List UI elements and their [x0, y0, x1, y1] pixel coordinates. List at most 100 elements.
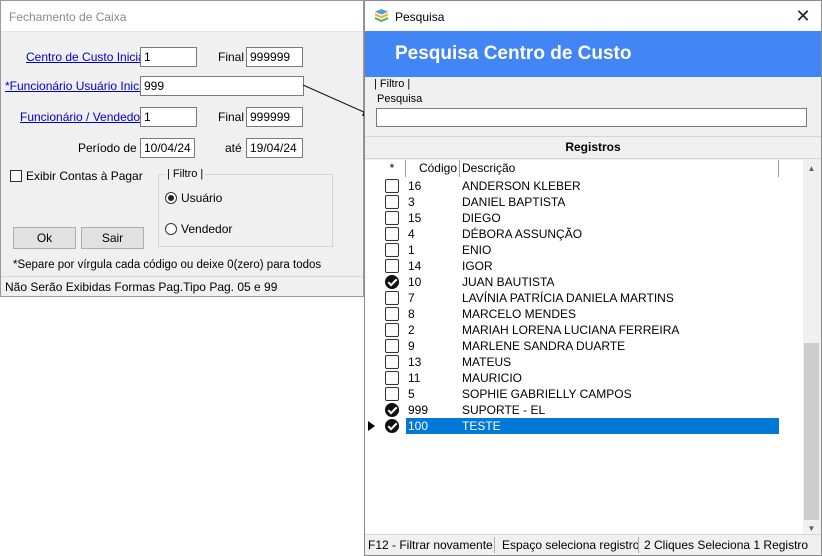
periodo-de-input[interactable] — [140, 138, 195, 158]
radio-usuario[interactable] — [165, 192, 177, 204]
exibir-contas-checkbox[interactable] — [10, 170, 22, 182]
table-row[interactable]: 100 TESTE — [365, 418, 779, 434]
exibir-contas-label: Exibir Contas à Pagar — [26, 169, 143, 183]
row-checkbox-checked[interactable] — [385, 419, 399, 433]
row-descricao: MARIAH LORENA LUCIANA FERREIRA — [462, 323, 680, 337]
row-descricao: ANDERSON KLEBER — [462, 179, 581, 193]
left-window-title: Fechamento de Caixa — [9, 10, 127, 24]
left-title-bar: Fechamento de Caixa — [1, 1, 363, 32]
column-descricao-header[interactable]: Descrição — [460, 160, 779, 177]
row-checkbox[interactable] — [385, 323, 399, 337]
sair-button[interactable]: Sair — [81, 227, 144, 249]
table-row[interactable]: 1 ENIO — [365, 242, 779, 258]
row-descricao: LAVÍNIA PATRÍCIA DANIELA MARTINS — [462, 291, 674, 305]
periodo-ate-input[interactable] — [246, 138, 303, 158]
left-status-bar: Não Serão Exibidas Formas Pag.Tipo Pag. … — [1, 276, 363, 296]
pesquisa-header-title: Pesquisa Centro de Custo — [395, 43, 632, 64]
row-checkbox[interactable] — [385, 387, 399, 401]
filtro-group: | Filtro | — [158, 168, 333, 247]
table-row[interactable]: 11 MAURICIO — [365, 370, 779, 386]
registros-grid[interactable]: * Código Descrição 16 ANDERSON KLEBER 3 DAN… — [365, 160, 803, 537]
table-row[interactable]: 4 DÉBORA ASSUNÇÃO — [365, 226, 779, 242]
table-row[interactable]: 999 SUPORTE - EL — [365, 402, 779, 418]
row-checkbox[interactable] — [385, 291, 399, 305]
table-row[interactable]: 13 MATEUS — [365, 354, 779, 370]
final-label-1: Final — [218, 50, 245, 64]
fechamento-caixa-window: Fechamento de Caixa Centro de Custo Inic… — [0, 0, 364, 297]
row-checkbox[interactable] — [385, 227, 399, 241]
funcionario-usuario-link[interactable]: *Funcionário Usuário Inicial — [5, 79, 151, 93]
periodo-label: Período de — [78, 141, 137, 155]
table-row[interactable]: 5 SOPHIE GABRIELLY CAMPOS — [365, 386, 779, 402]
row-codigo: 2 — [408, 323, 415, 337]
pesquisa-input[interactable] — [376, 108, 807, 127]
row-checkbox-checked[interactable] — [385, 275, 399, 289]
centro-custo-inicial-input[interactable] — [140, 47, 197, 67]
table-row[interactable]: 3 DANIEL BAPTISTA — [365, 194, 779, 210]
vertical-scrollbar[interactable]: ▲ ▼ — [803, 160, 820, 537]
scroll-thumb[interactable] — [804, 343, 819, 520]
column-check-header[interactable]: * — [365, 160, 406, 177]
row-descricao: MATEUS — [462, 355, 512, 369]
ate-label: até — [225, 141, 242, 155]
row-checkbox[interactable] — [385, 307, 399, 321]
pesquisa-header: Pesquisa Centro de Custo — [365, 31, 821, 77]
funcionario-usuario-input[interactable] — [140, 76, 304, 96]
row-descricao: MAURICIO — [462, 371, 522, 385]
database-icon — [374, 8, 389, 23]
ok-button[interactable]: Ok — [13, 227, 76, 249]
row-checkbox[interactable] — [385, 355, 399, 369]
table-row[interactable]: 7 LAVÍNIA PATRÍCIA DANIELA MARTINS — [365, 290, 779, 306]
centro-custo-link[interactable]: Centro de Custo Inicial — [26, 50, 147, 64]
row-codigo: 7 — [408, 291, 415, 305]
funcionario-vendedor-input[interactable] — [140, 107, 197, 127]
row-checkbox[interactable] — [385, 339, 399, 353]
radio-usuario-label: Usuário — [181, 191, 223, 205]
status-f12: F12 - Filtrar novamente — [368, 538, 493, 552]
column-codigo-header[interactable]: Código — [406, 160, 460, 177]
radio-vendedor[interactable] — [165, 223, 177, 235]
row-descricao: MARCELO MENDES — [462, 307, 577, 321]
row-codigo: 100 — [406, 418, 460, 434]
row-checkbox[interactable] — [385, 371, 399, 385]
table-row[interactable]: 9 MARLENE SANDRA DUARTE — [365, 338, 779, 354]
row-codigo: 9 — [408, 339, 415, 353]
row-descricao: SOPHIE GABRIELLY CAMPOS — [462, 387, 632, 401]
row-descricao: DANIEL BAPTISTA — [462, 195, 566, 209]
row-checkbox[interactable] — [385, 211, 399, 225]
close-button[interactable]: ✕ — [793, 6, 813, 26]
row-checkbox[interactable] — [385, 179, 399, 193]
table-row[interactable]: 8 MARCELO MENDES — [365, 306, 779, 322]
right-window-title: Pesquisa — [395, 10, 445, 24]
row-pointer-icon — [368, 421, 375, 431]
centro-custo-final-input[interactable] — [246, 47, 303, 67]
row-checkbox[interactable] — [385, 195, 399, 209]
row-descricao: TESTE — [460, 418, 779, 434]
row-codigo: 15 — [408, 211, 422, 225]
table-row[interactable]: 10 JUAN BAUTISTA — [365, 274, 779, 290]
status-cliques: 2 Cliques Seleciona 1 Registro — [644, 538, 809, 552]
row-descricao: DIEGO — [462, 211, 501, 225]
row-codigo: 8 — [408, 307, 415, 321]
row-descricao: DÉBORA ASSUNÇÃO — [462, 227, 583, 241]
final-label-2: Final — [218, 110, 245, 124]
funcionario-vendedor-link[interactable]: Funcionário / Vendedor — [20, 110, 144, 124]
row-descricao: SUPORTE - EL — [462, 403, 546, 417]
row-codigo: 14 — [408, 259, 422, 273]
filtro-group-title: | Filtro | — [165, 168, 206, 180]
table-row[interactable]: 2 MARIAH LORENA LUCIANA FERREIRA — [365, 322, 779, 338]
row-checkbox[interactable] — [385, 243, 399, 257]
funcionario-vendedor-final-input[interactable] — [246, 107, 303, 127]
scroll-up-icon[interactable]: ▲ — [803, 160, 820, 177]
row-checkbox-checked[interactable] — [385, 403, 399, 417]
table-row[interactable]: 15 DIEGO — [365, 210, 779, 226]
table-row[interactable]: 16 ANDERSON KLEBER — [365, 178, 779, 194]
table-row[interactable]: 14 IGOR — [365, 258, 779, 274]
row-codigo: 16 — [408, 179, 422, 193]
row-descricao: ENIO — [462, 243, 492, 257]
row-codigo: 1 — [408, 243, 415, 257]
row-descricao: IGOR — [462, 259, 493, 273]
row-checkbox[interactable] — [385, 259, 399, 273]
row-codigo: 11 — [408, 371, 421, 385]
row-codigo: 10 — [408, 275, 422, 289]
